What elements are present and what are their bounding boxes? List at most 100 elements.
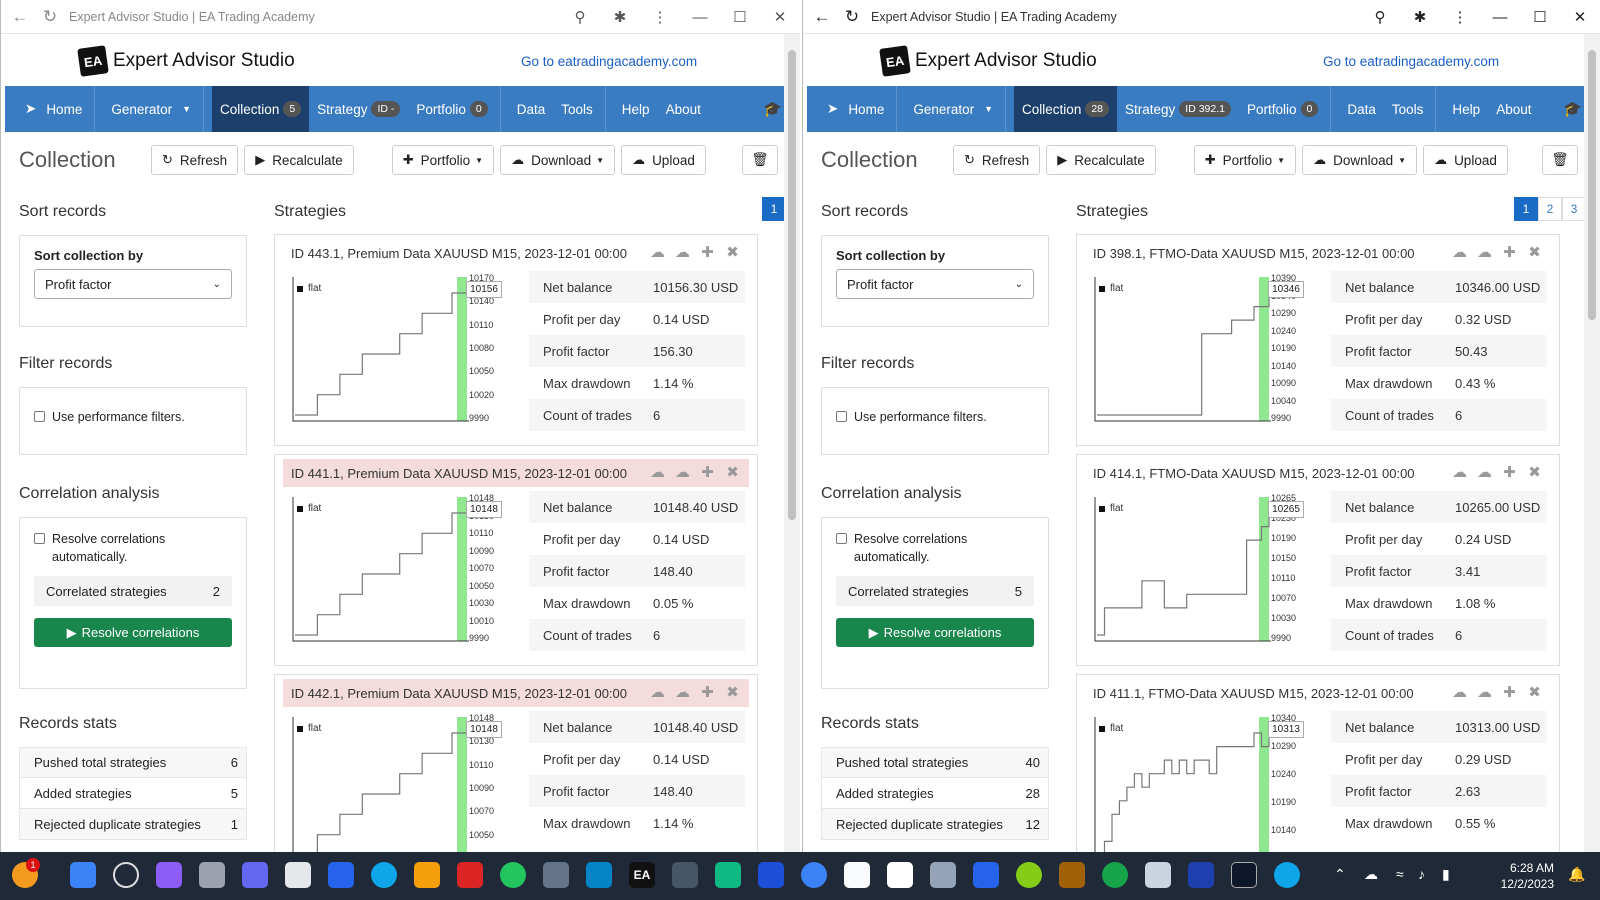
cloud-tray-icon[interactable]: ☁ <box>1364 866 1378 883</box>
zoom-icon[interactable]: ⚲ <box>1360 8 1400 26</box>
plus-icon[interactable]: ✚ <box>695 463 720 481</box>
minimize-button[interactable]: — <box>1480 9 1520 26</box>
cloud-upload-icon[interactable]: ☁ <box>670 463 695 481</box>
back-arrow-icon[interactable]: ← <box>9 6 31 28</box>
nav-generator[interactable]: Generator ▼ <box>103 86 212 132</box>
upload-button[interactable]: ☁ Upload <box>621 145 706 175</box>
cloud-upload-icon[interactable]: ☁ <box>1472 683 1497 701</box>
notepad-icon[interactable] <box>586 862 612 888</box>
close-icon[interactable]: ✖ <box>720 243 745 261</box>
maximize-button[interactable]: ☐ <box>1520 8 1560 26</box>
cloud-download-icon[interactable]: ☁ <box>645 243 670 261</box>
recalculate-button[interactable]: ▶ Recalculate <box>1046 145 1156 175</box>
strategy-card-header[interactable]: ID 443.1, Premium Data XAUUSD M15, 2023-… <box>283 239 749 267</box>
strategy-card-header[interactable]: ID 442.1, Premium Data XAUUSD M15, 2023-… <box>283 679 749 707</box>
nav-help[interactable]: Help <box>614 86 658 132</box>
site-logo[interactable]: EA Expert Advisor Studio <box>879 45 1097 77</box>
strategy-card[interactable]: ID 441.1, Premium Data XAUUSD M15, 2023-… <box>274 454 758 666</box>
zoom-icon[interactable]: ⚲ <box>560 8 600 26</box>
strategy-card[interactable]: ID 443.1, Premium Data XAUUSD M15, 2023-… <box>274 234 758 446</box>
cloud-upload-icon[interactable]: ☁ <box>1472 463 1497 481</box>
r-app-icon[interactable] <box>973 862 999 888</box>
notification-bell-icon[interactable]: 🔔 <box>1568 866 1585 883</box>
calculator-icon[interactable] <box>543 862 569 888</box>
graduation-cap-icon[interactable]: 🎓 <box>763 100 782 118</box>
nav-portfolio[interactable]: Portfolio 0 <box>1239 86 1339 132</box>
strategy-card-header[interactable]: ID 398.1, FTMO-Data XAUUSD M15, 2023-12-… <box>1085 239 1551 267</box>
plus-icon[interactable]: ✚ <box>1497 463 1522 481</box>
terminal-icon[interactable] <box>1231 862 1257 888</box>
kebab-menu-icon[interactable]: ⋮ <box>640 8 680 26</box>
goto-academy-link[interactable]: Go to eatradingacademy.com <box>1323 54 1499 69</box>
delete-button[interactable]: 🗑 <box>1542 145 1578 175</box>
strategy-card[interactable]: ID 411.1, FTMO-Data XAUUSD M15, 2023-12-… <box>1076 674 1560 852</box>
close-icon[interactable]: ✖ <box>720 683 745 701</box>
cloud-download-icon[interactable]: ☁ <box>1447 243 1472 261</box>
close-window-button[interactable]: ✕ <box>1560 8 1600 26</box>
close-window-button[interactable]: ✕ <box>760 8 800 26</box>
kebab-menu-icon[interactable]: ⋮ <box>1440 8 1480 26</box>
terminal-d-icon[interactable] <box>1188 862 1214 888</box>
download-button[interactable]: ☁ Download ▼ <box>500 145 616 175</box>
app-icon[interactable] <box>715 862 741 888</box>
nav-collection[interactable]: Collection 5 <box>212 86 310 132</box>
nav-portfolio[interactable]: Portfolio 0 <box>408 86 508 132</box>
vpn-icon[interactable] <box>1274 862 1300 888</box>
mcafee-icon[interactable] <box>457 862 483 888</box>
wifi-icon[interactable]: ≈ <box>1396 866 1404 882</box>
page-button[interactable]: 2 <box>1538 197 1562 221</box>
nav-tools[interactable]: Tools <box>1384 86 1445 132</box>
windows-start-icon[interactable] <box>70 862 96 888</box>
nav-help[interactable]: Help <box>1444 86 1488 132</box>
resolve-correlations-checkbox[interactable] <box>836 533 847 544</box>
cloud-upload-icon[interactable]: ☁ <box>670 683 695 701</box>
cloud-download-icon[interactable]: ☁ <box>645 463 670 481</box>
sort-select[interactable]: Profit factor ⌄ <box>34 269 232 299</box>
copilot-icon[interactable] <box>156 862 182 888</box>
strategy-card-header[interactable]: ID 414.1, FTMO-Data XAUUSD M15, 2023-12-… <box>1085 459 1551 487</box>
help-icon[interactable] <box>371 862 397 888</box>
file-explorer-icon[interactable] <box>414 862 440 888</box>
resolve-correlations-checkbox[interactable] <box>34 533 45 544</box>
edge-icon[interactable] <box>801 862 827 888</box>
hardware-app-icon[interactable] <box>1059 862 1085 888</box>
n-app-icon[interactable] <box>1016 862 1042 888</box>
battery-icon[interactable]: ▮ <box>1442 866 1450 883</box>
portfolio-button[interactable]: ✚ Portfolio ▼ <box>1193 145 1297 175</box>
reload-icon[interactable]: ↻ <box>841 6 863 28</box>
minimize-button[interactable]: — <box>680 9 720 26</box>
task-view-icon[interactable] <box>199 862 225 888</box>
sort-select[interactable]: Profit factor ⌄ <box>836 269 1034 299</box>
strategy-card[interactable]: ID 414.1, FTMO-Data XAUUSD M15, 2023-12-… <box>1076 454 1560 666</box>
reload-icon[interactable]: ↻ <box>39 6 61 28</box>
store-icon[interactable] <box>285 862 311 888</box>
t-app-icon[interactable] <box>887 862 913 888</box>
scrollbar-thumb[interactable] <box>1588 50 1596 320</box>
clock[interactable]: 6:28 AM 12/2/2023 <box>1501 860 1554 892</box>
strategy-card[interactable]: ID 398.1, FTMO-Data XAUUSD M15, 2023-12-… <box>1076 234 1560 446</box>
g-app-icon[interactable] <box>1102 862 1128 888</box>
chrome-icon[interactable] <box>500 862 526 888</box>
volume-icon[interactable]: ♪ <box>1418 866 1425 882</box>
performance-filters-checkbox[interactable] <box>34 411 45 422</box>
graduation-cap-icon[interactable]: 🎓 <box>1563 100 1582 118</box>
performance-filters-checkbox[interactable] <box>836 411 847 422</box>
close-icon[interactable]: ✖ <box>1522 463 1547 481</box>
upload-button[interactable]: ☁ Upload <box>1423 145 1508 175</box>
delete-button[interactable]: 🗑 <box>742 145 778 175</box>
recalculate-button[interactable]: ▶ Recalculate <box>244 145 354 175</box>
nav-home[interactable]: ➤ Home <box>807 86 905 132</box>
back-arrow-icon[interactable]: ← <box>811 6 833 28</box>
vertical-scrollbar[interactable] <box>784 34 800 852</box>
close-icon[interactable]: ✖ <box>1522 243 1547 261</box>
refresh-button[interactable]: ↻ Refresh <box>151 145 239 175</box>
scrollbar-thumb[interactable] <box>788 50 796 520</box>
chart-app-icon[interactable] <box>930 862 956 888</box>
nav-data[interactable]: Data <box>1339 86 1384 132</box>
remote-app-icon[interactable] <box>1145 862 1171 888</box>
ea-studio-taskbar-icon[interactable]: EA <box>629 862 655 888</box>
cloud-download-icon[interactable]: ☁ <box>1447 683 1472 701</box>
plus-icon[interactable]: ✚ <box>695 243 720 261</box>
nav-tools[interactable]: Tools <box>553 86 614 132</box>
mfp-icon[interactable] <box>328 862 354 888</box>
